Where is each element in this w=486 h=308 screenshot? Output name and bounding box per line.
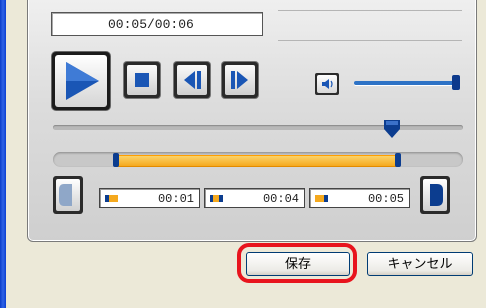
- stop-button[interactable]: [124, 62, 160, 98]
- seek-track[interactable]: [53, 125, 463, 130]
- volume-slider-thumb[interactable]: [452, 75, 460, 90]
- mark-out-time-field[interactable]: 00:05: [309, 188, 410, 208]
- mark-in-time-field[interactable]: 00:01: [99, 188, 200, 208]
- divider: [278, 10, 462, 11]
- mark-in-button[interactable]: [53, 176, 83, 214]
- range-end-icon: [315, 195, 328, 202]
- play-icon: [66, 62, 99, 100]
- time-display: 00:05/00:06: [51, 12, 263, 36]
- range-duration-icon: [210, 195, 223, 202]
- mark-out-icon: [430, 184, 443, 206]
- mark-out-button[interactable]: [420, 176, 450, 214]
- speaker-icon: [322, 79, 333, 89]
- selection-end-handle[interactable]: [395, 153, 401, 167]
- divider: [278, 40, 462, 41]
- next-frame-button[interactable]: [222, 62, 258, 98]
- play-button[interactable]: [52, 52, 110, 110]
- step-back-icon: [184, 71, 201, 89]
- step-forward-icon: [231, 71, 248, 89]
- mark-in-icon: [59, 184, 72, 206]
- volume-slider[interactable]: [354, 81, 458, 85]
- cancel-button[interactable]: キャンセル: [367, 252, 473, 276]
- duration-time-field[interactable]: 00:04: [204, 188, 305, 208]
- stop-icon: [135, 73, 149, 87]
- selection-start-handle[interactable]: [113, 153, 119, 167]
- volume-button[interactable]: [315, 73, 339, 95]
- seek-position-marker[interactable]: [383, 119, 401, 139]
- selection-range-bar[interactable]: [116, 155, 398, 167]
- range-start-icon: [105, 195, 118, 202]
- save-highlight-annotation: [237, 243, 357, 283]
- media-player-panel: 00:05/00:06 00:01 00:04 00:05: [27, 0, 477, 242]
- previous-frame-button[interactable]: [174, 62, 210, 98]
